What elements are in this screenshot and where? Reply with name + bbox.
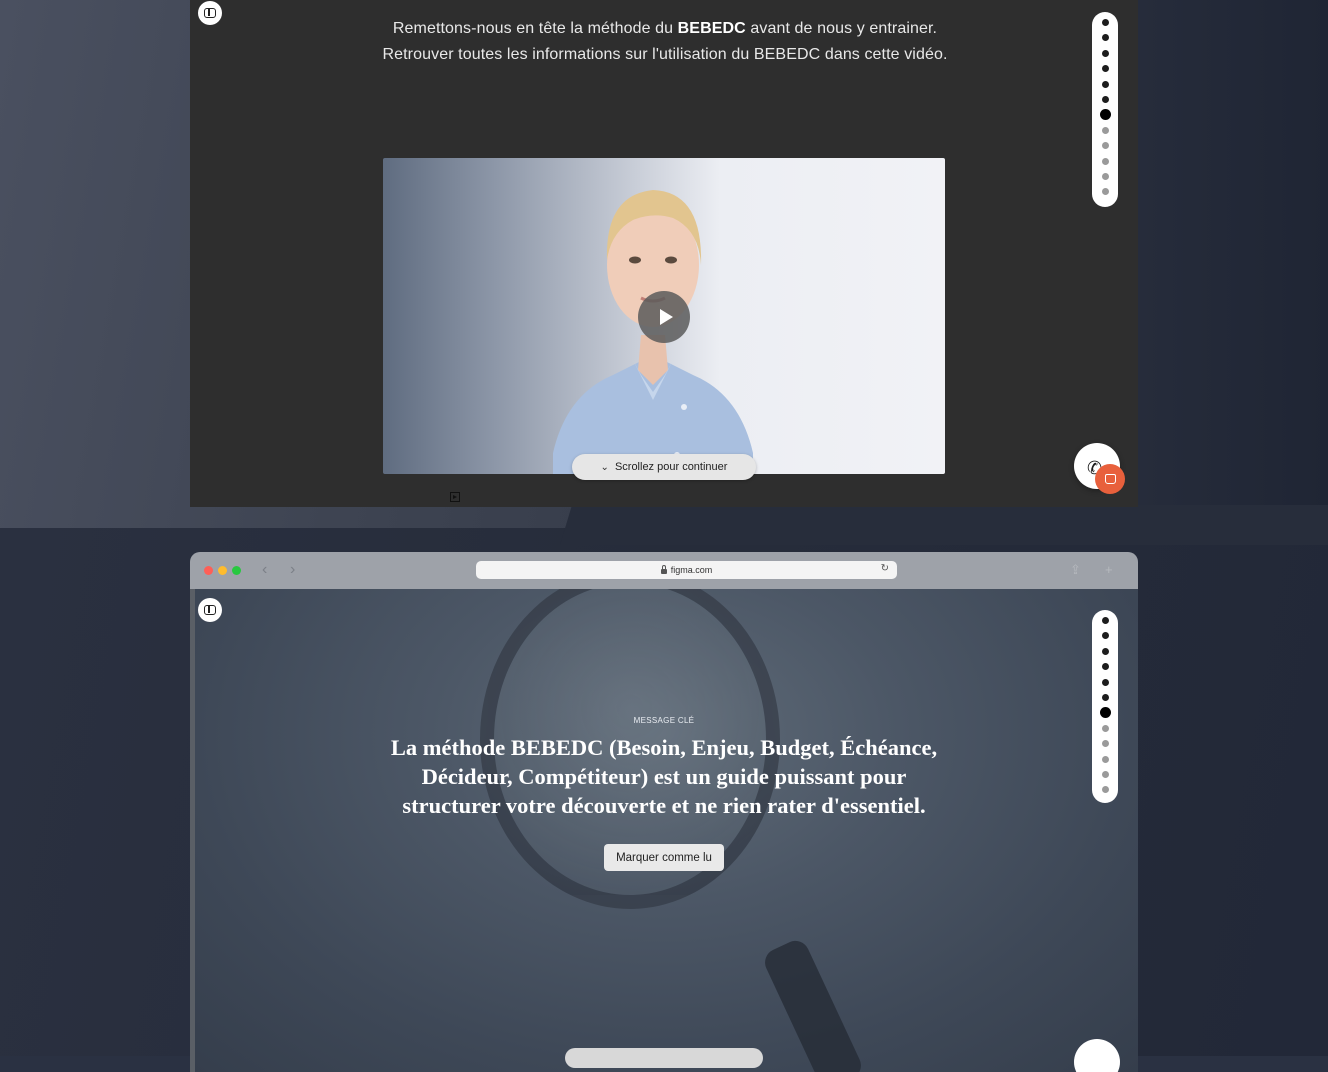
maximize-window-button[interactable] — [232, 566, 241, 575]
address-bar[interactable]: figma.com ↻ — [476, 561, 897, 579]
magnifier-handle — [760, 936, 866, 1072]
media-indicator-icon — [450, 492, 460, 502]
progress-dot[interactable] — [1101, 770, 1109, 778]
progress-dots — [1092, 610, 1118, 803]
forward-arrow-icon[interactable]: › — [290, 561, 295, 579]
slide-edge — [190, 589, 195, 1072]
progress-dot[interactable] — [1101, 172, 1109, 180]
scroll-hint-button[interactable] — [565, 1048, 763, 1068]
sidebar-toggle-icon — [204, 605, 216, 615]
background-divider — [560, 505, 1328, 545]
minimize-window-button[interactable] — [218, 566, 227, 575]
sidebar-toggle-button[interactable] — [198, 598, 222, 622]
progress-dot[interactable] — [1101, 65, 1109, 73]
bebedc-bold: BEBEDC — [677, 20, 746, 37]
progress-dot[interactable] — [1101, 34, 1109, 42]
scroll-hint-button[interactable]: ⌄ Scrollez pour continuer — [572, 454, 756, 480]
progress-dot[interactable] — [1101, 142, 1109, 150]
share-icon[interactable]: ⇪ — [1070, 562, 1081, 578]
progress-dot[interactable] — [1101, 80, 1109, 88]
message-kicker: MESSAGE CLÉ — [633, 716, 695, 725]
progress-dot[interactable] — [1101, 19, 1109, 26]
progress-dot-current[interactable] — [1099, 109, 1111, 121]
lock-icon — [660, 564, 667, 574]
url-text: figma.com — [670, 565, 713, 575]
progress-dot[interactable] — [1101, 126, 1109, 134]
chat-button[interactable] — [1095, 464, 1125, 494]
lesson-intro-text: Remettons-nous en tête la méthode du BEB… — [382, 20, 948, 63]
progress-dot[interactable] — [1101, 740, 1109, 748]
progress-dot[interactable] — [1101, 786, 1109, 794]
progress-dot[interactable] — [1101, 755, 1109, 763]
browser-toolbar: ‹ › figma.com ↻ ⇪ + — [190, 552, 1138, 589]
progress-dot[interactable] — [1101, 157, 1109, 165]
background-right — [1138, 0, 1328, 528]
progress-dot[interactable] — [1101, 724, 1109, 732]
video-player[interactable] — [383, 158, 945, 474]
progress-dot[interactable] — [1101, 95, 1109, 103]
progress-dot[interactable] — [1101, 632, 1109, 640]
play-button[interactable] — [638, 291, 690, 343]
browser-window: ‹ › figma.com ↻ ⇪ + MESSAGE CLÉ La métho… — [190, 552, 1138, 1072]
sidebar-toggle-button[interactable] — [198, 1, 222, 25]
progress-dot[interactable] — [1101, 678, 1109, 686]
progress-dot[interactable] — [1101, 49, 1109, 57]
double-chevron-down-icon: ⌄ — [600, 461, 609, 473]
key-message-headline: La méthode BEBEDC (Besoin, Enjeu, Budget… — [390, 735, 938, 818]
close-window-button[interactable] — [204, 566, 213, 575]
progress-dot[interactable] — [1101, 188, 1109, 196]
reload-icon[interactable]: ↻ — [881, 563, 889, 574]
progress-dot[interactable] — [1101, 647, 1109, 655]
key-message-slide: MESSAGE CLÉ La méthode BEBEDC (Besoin, E… — [190, 589, 1138, 1072]
back-arrow-icon[interactable]: ‹ — [262, 561, 267, 579]
progress-dot[interactable] — [1101, 693, 1109, 701]
progress-dot[interactable] — [1101, 663, 1109, 671]
mark-as-read-button[interactable]: Marquer comme lu — [604, 844, 724, 871]
video-lesson-window: Remettons-nous en tête la méthode du BEB… — [190, 0, 1138, 507]
progress-dots — [1092, 12, 1118, 207]
sidebar-toggle-icon — [204, 8, 216, 18]
progress-dot[interactable] — [1101, 617, 1109, 624]
new-tab-icon[interactable]: + — [1105, 562, 1113, 577]
